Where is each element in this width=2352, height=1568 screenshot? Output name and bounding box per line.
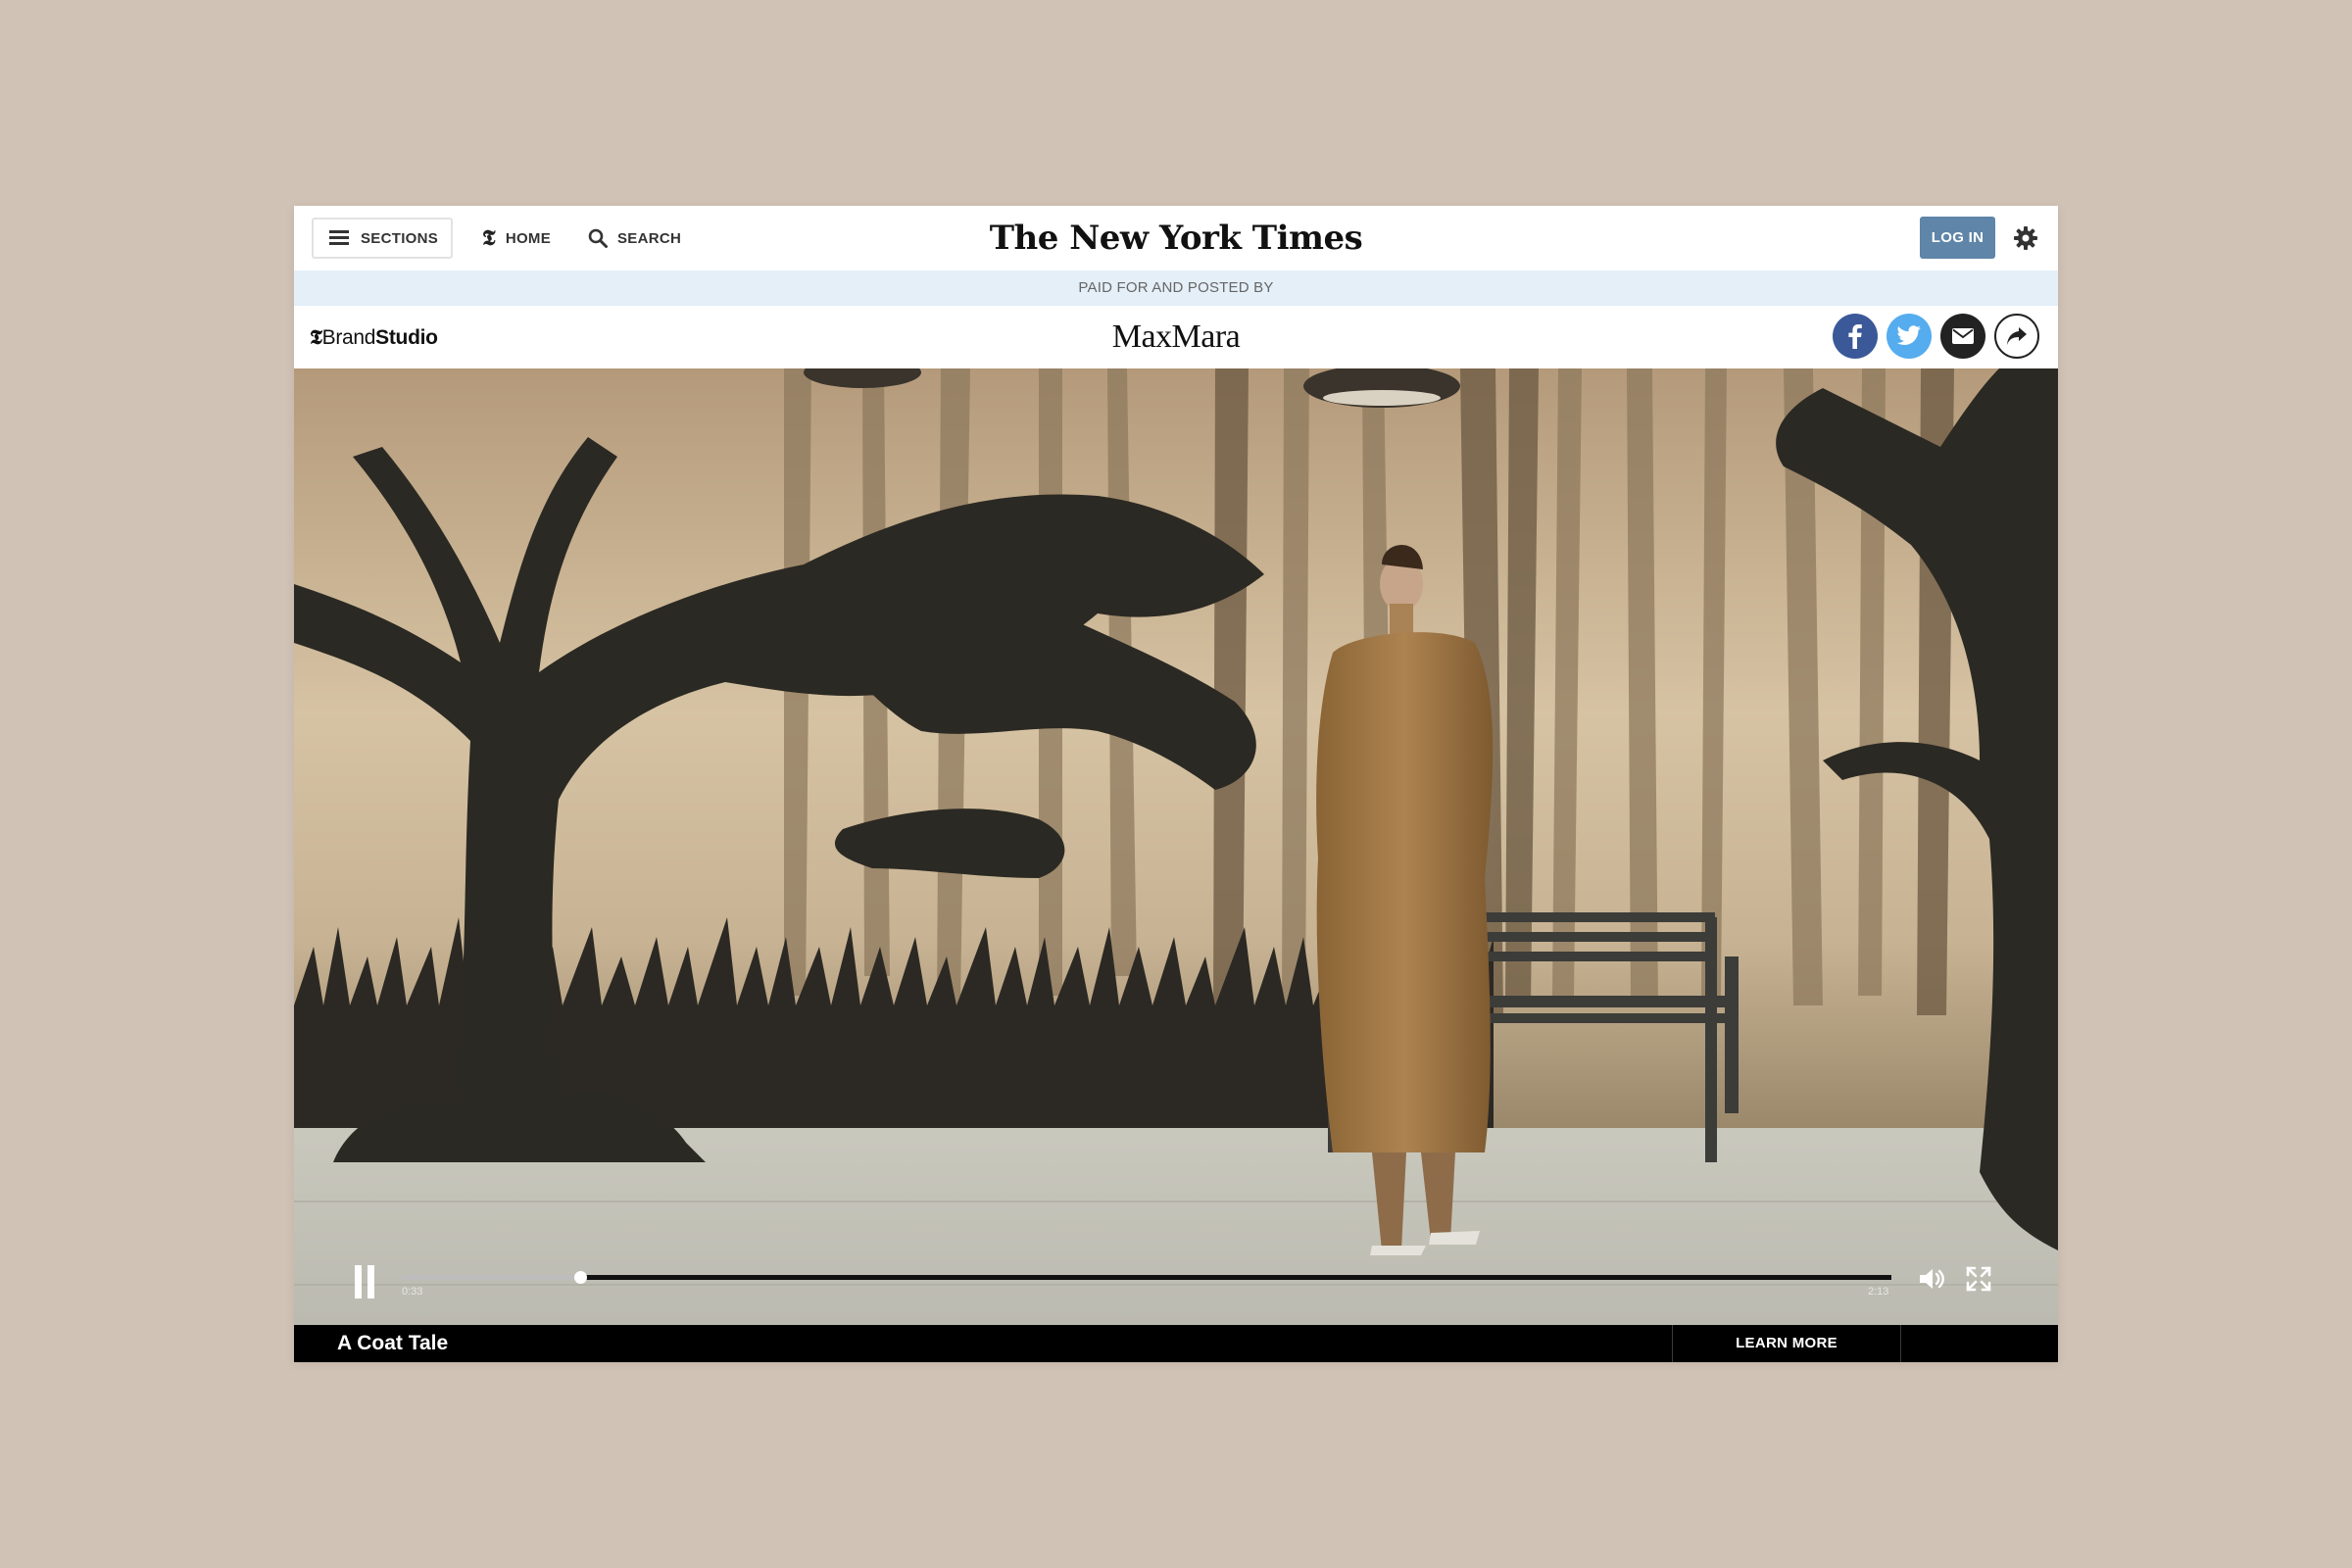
brand-bar: 𝕿BrandStudio MaxMara xyxy=(294,306,2058,368)
current-time: 0:33 xyxy=(402,1286,423,1298)
email-share-button[interactable] xyxy=(1940,314,1985,359)
gear-icon[interactable] xyxy=(2013,225,2038,251)
duration: 2:13 xyxy=(1868,1286,1889,1298)
brand-studio-part1: Brand xyxy=(321,326,376,349)
pause-button[interactable] xyxy=(353,1265,376,1298)
video-frame xyxy=(294,368,2058,1325)
article-frame: SECTIONS 𝕿 HOME SEARCH The New York Time… xyxy=(294,206,2058,1362)
fullscreen-icon[interactable] xyxy=(1964,1264,1993,1294)
sections-label: SECTIONS xyxy=(361,229,439,247)
nyt-logo[interactable]: The New York Times xyxy=(882,216,1470,261)
video-title: A Coat Tale xyxy=(337,1332,449,1354)
home-label: HOME xyxy=(505,229,552,247)
email-icon xyxy=(1952,328,1974,344)
progress-fill xyxy=(402,1275,581,1280)
video-player[interactable]: 0:33 2:13 xyxy=(294,368,2058,1325)
twitter-icon xyxy=(1896,325,1921,345)
brand-studio-t: 𝕿 xyxy=(310,324,322,349)
hamburger-icon xyxy=(329,230,349,246)
share-icon xyxy=(2007,327,2027,345)
facebook-share-button[interactable] xyxy=(1833,314,1878,359)
progress-bar[interactable] xyxy=(402,1271,1891,1284)
sections-button[interactable]: SECTIONS xyxy=(312,218,453,259)
video-caption-bar: A Coat Tale LEARN MORE xyxy=(294,1325,2058,1362)
learn-more-button[interactable]: LEARN MORE xyxy=(1672,1325,1901,1362)
paid-post-banner: PAID FOR AND POSTED BY xyxy=(294,270,2058,306)
facebook-icon xyxy=(1848,324,1862,349)
pause-icon xyxy=(355,1265,362,1298)
more-share-button[interactable] xyxy=(1994,314,2039,359)
search-icon xyxy=(588,228,608,248)
paid-post-text: PAID FOR AND POSTED BY xyxy=(1078,279,1274,296)
masthead: SECTIONS 𝕿 HOME SEARCH The New York Time… xyxy=(294,206,2058,270)
brand-studio-part2: Studio xyxy=(375,326,438,349)
nyt-t-icon: 𝕿 xyxy=(482,225,496,251)
home-link[interactable]: 𝕿 HOME xyxy=(482,218,551,259)
volume-icon[interactable] xyxy=(1917,1264,1946,1294)
search-label: SEARCH xyxy=(617,229,682,247)
brand-studio-logo[interactable]: 𝕿BrandStudio xyxy=(310,321,438,353)
login-button[interactable]: LOG IN xyxy=(1920,217,1995,259)
advertiser-logo[interactable]: MaxMara xyxy=(882,316,1470,359)
twitter-share-button[interactable] xyxy=(1886,314,1932,359)
search-link[interactable]: SEARCH xyxy=(588,218,681,259)
